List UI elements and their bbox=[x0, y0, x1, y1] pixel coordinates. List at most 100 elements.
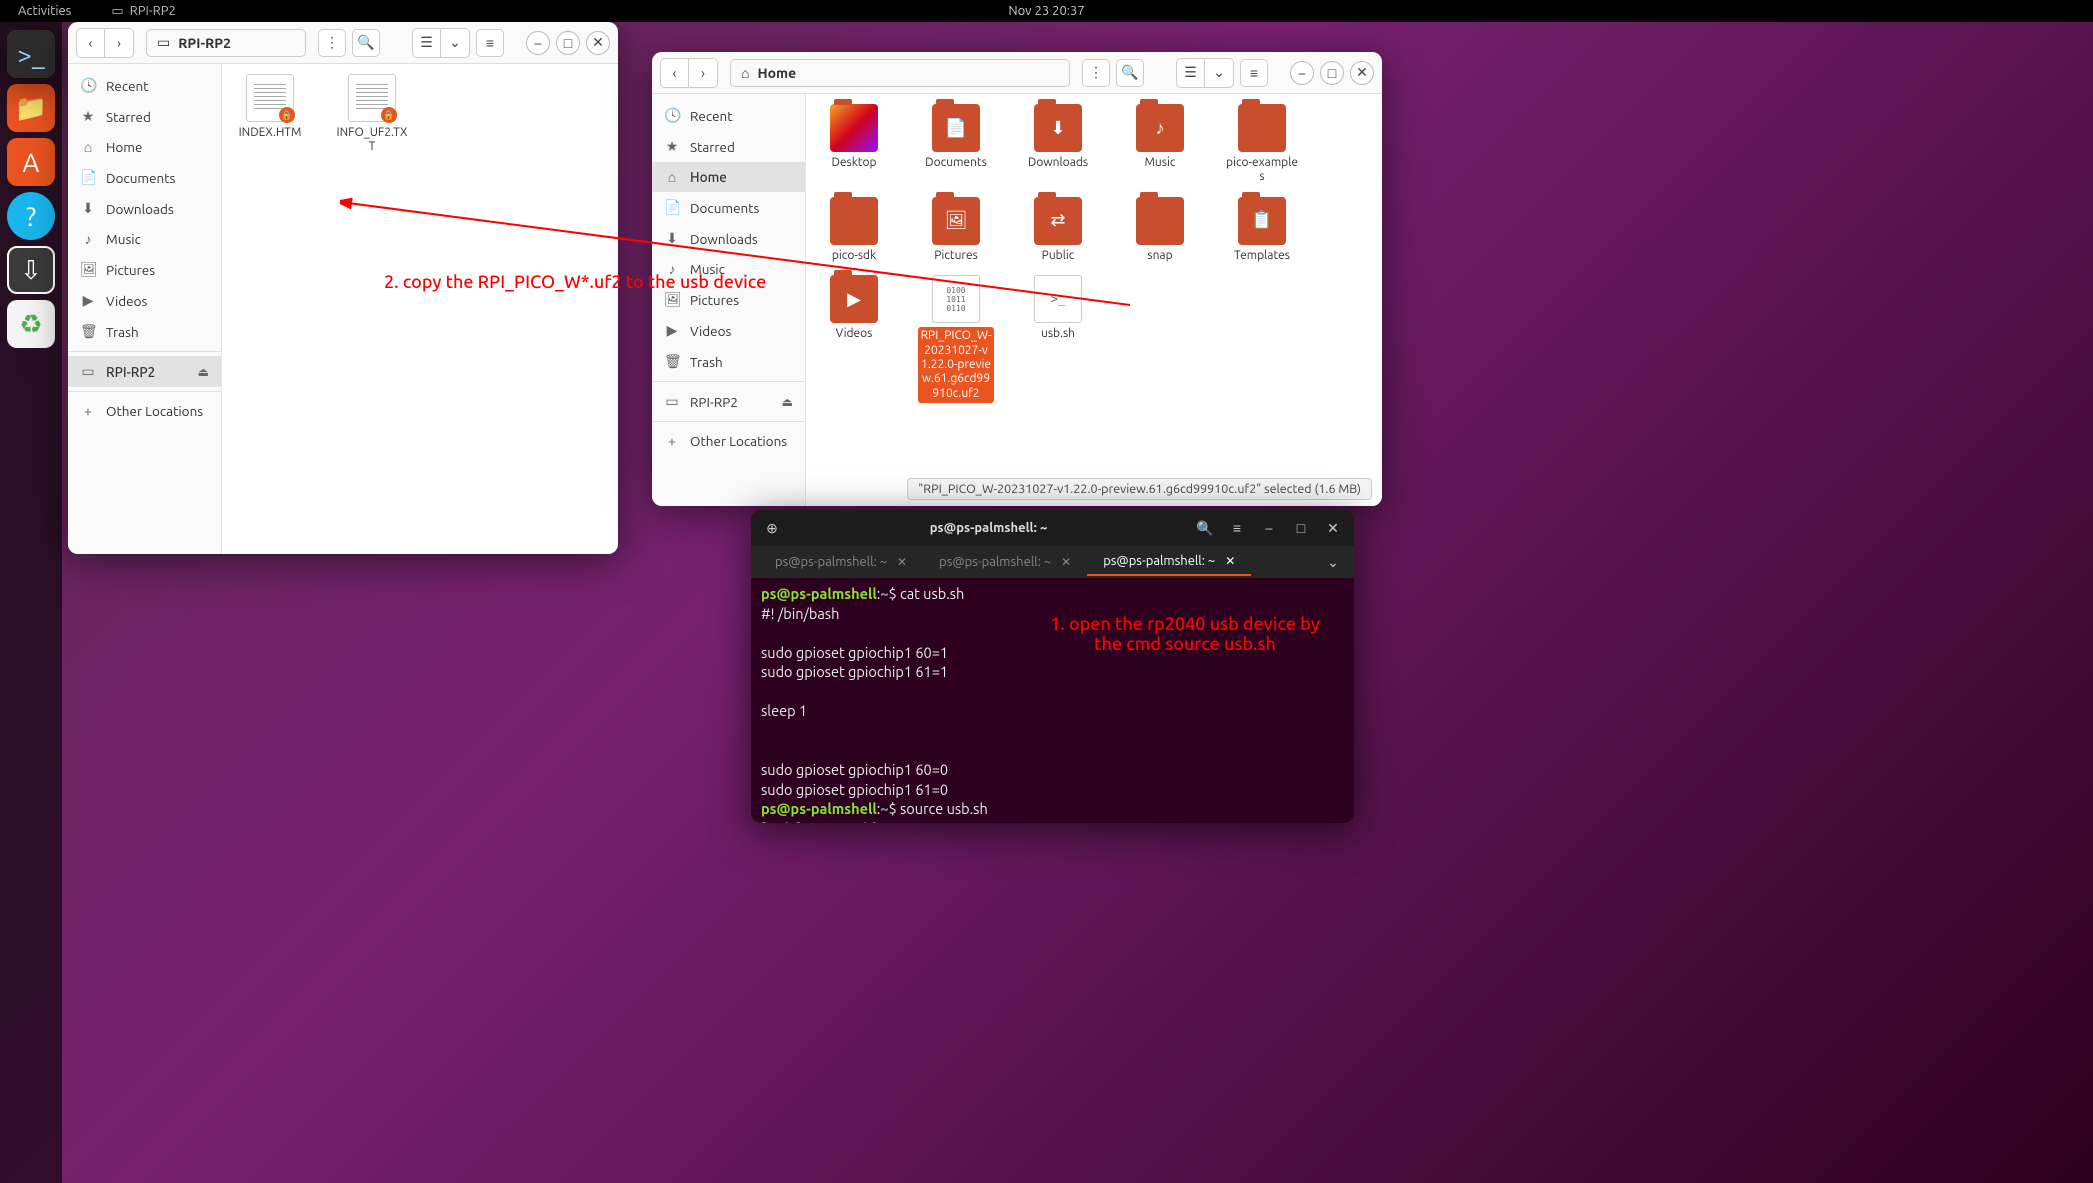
folder-icon bbox=[1136, 197, 1184, 245]
list-view-button[interactable]: ☰ bbox=[1177, 59, 1205, 87]
sidebar-item-pictures[interactable]: 🖼Pictures bbox=[68, 254, 221, 285]
drive-icon: ▭ bbox=[80, 363, 96, 380]
terminal-tab[interactable]: ps@ps-palmshell: ~✕ bbox=[759, 549, 923, 575]
file-label: Music bbox=[1145, 156, 1176, 170]
sidebar-item-starred[interactable]: ★Starred bbox=[652, 131, 805, 162]
plus-icon: + bbox=[664, 433, 680, 449]
file-item[interactable]: 📋Templates bbox=[1224, 197, 1300, 263]
pathbar[interactable]: ▭ RPI-RP2 bbox=[146, 29, 306, 57]
file-item[interactable]: Desktop bbox=[816, 104, 892, 185]
file-item[interactable]: 🔒INFO_UF2.TXT bbox=[334, 74, 410, 155]
file-item[interactable]: ♪Music bbox=[1122, 104, 1198, 185]
nav-back-button[interactable]: ‹ bbox=[77, 29, 105, 57]
file-item[interactable]: pico-examples bbox=[1224, 104, 1300, 185]
dock-terminal[interactable]: >_ bbox=[7, 30, 55, 78]
pathbar[interactable]: ⌂ Home bbox=[730, 59, 1070, 87]
path-label: Home bbox=[757, 65, 796, 81]
list-view-button[interactable]: ☰ bbox=[413, 29, 441, 57]
nav-back-button[interactable]: ‹ bbox=[661, 59, 689, 87]
close-button[interactable]: ✕ bbox=[586, 31, 610, 55]
dock-files[interactable]: 📁 bbox=[7, 84, 55, 132]
dock-help[interactable]: ? bbox=[7, 192, 55, 240]
sidebar-item-downloads[interactable]: ⬇Downloads bbox=[68, 193, 221, 224]
view-dropdown-button[interactable]: ⌄ bbox=[441, 29, 469, 57]
sidebar-item-recent[interactable]: 🕓Recent bbox=[652, 100, 805, 131]
search-button[interactable]: 🔍 bbox=[1116, 59, 1144, 87]
close-button[interactable]: ✕ bbox=[1350, 61, 1374, 85]
sidebar-item-music[interactable]: ♪Music bbox=[652, 254, 805, 284]
sidebar-item-device[interactable]: ▭RPI-RP2⏏ bbox=[652, 386, 805, 417]
file-content-area[interactable]: "RPI_PICO_W-20231027-v1.22.0-preview.61.… bbox=[806, 94, 1382, 506]
hamburger-button[interactable]: ≡ bbox=[1240, 59, 1268, 87]
close-button[interactable]: ✕ bbox=[1320, 515, 1346, 541]
terminal-content[interactable]: ps@ps-palmshell:~$ cat usb.sh #! /bin/ba… bbox=[751, 578, 1354, 823]
sidebar-item-device[interactable]: ▭RPI-RP2⏏ bbox=[68, 356, 221, 387]
sidebar-item-videos[interactable]: ▶Videos bbox=[652, 315, 805, 346]
terminal-menu-button[interactable]: ≡ bbox=[1224, 515, 1250, 541]
view-group: ☰ ⌄ bbox=[1176, 58, 1234, 88]
file-item[interactable]: >_usb.sh bbox=[1020, 275, 1096, 403]
dock-trash[interactable]: ♻ bbox=[7, 300, 55, 348]
sidebar-item-pictures[interactable]: 🖼Pictures bbox=[652, 284, 805, 315]
sidebar-item-downloads[interactable]: ⬇Downloads bbox=[652, 223, 805, 254]
tab-dropdown-button[interactable]: ⌄ bbox=[1320, 549, 1346, 575]
sidebar-item-home[interactable]: ⌂Home bbox=[68, 132, 221, 162]
file-item[interactable]: 🖼Pictures bbox=[918, 197, 994, 263]
terminal-tab[interactable]: ps@ps-palmshell: ~✕ bbox=[923, 549, 1087, 575]
file-item[interactable]: 📄Documents bbox=[918, 104, 994, 185]
sidebar-item-other-locations[interactable]: +Other Locations bbox=[652, 426, 805, 456]
sidebar-item-starred[interactable]: ★Starred bbox=[68, 101, 221, 132]
search-button[interactable]: 🔍 bbox=[352, 29, 380, 57]
menu-button[interactable]: ⋮ bbox=[318, 29, 346, 57]
file-item[interactable]: 🔒INDEX.HTM bbox=[232, 74, 308, 155]
file-item[interactable]: pico-sdk bbox=[816, 197, 892, 263]
file-item[interactable]: ⇄Public bbox=[1020, 197, 1096, 263]
eject-icon[interactable]: ⏏ bbox=[198, 365, 209, 379]
sidebar-item-home[interactable]: ⌂Home bbox=[652, 162, 805, 192]
file-item[interactable]: snap bbox=[1122, 197, 1198, 263]
menu-button[interactable]: ⋮ bbox=[1082, 59, 1110, 87]
file-label: snap bbox=[1147, 249, 1172, 263]
activities-button[interactable]: Activities bbox=[8, 4, 81, 18]
maximize-button[interactable]: □ bbox=[556, 31, 580, 55]
sidebar-item-music[interactable]: ♪Music bbox=[68, 224, 221, 254]
hamburger-button[interactable]: ≡ bbox=[476, 29, 504, 57]
tab-close-icon[interactable]: ✕ bbox=[1225, 554, 1235, 568]
sidebar-item-recent[interactable]: 🕓Recent bbox=[68, 70, 221, 101]
view-group: ☰ ⌄ bbox=[412, 28, 470, 58]
sidebar-item-documents[interactable]: 📄Documents bbox=[652, 192, 805, 223]
file-item[interactable]: ▶Videos bbox=[816, 275, 892, 403]
sidebar-item-trash[interactable]: 🗑Trash bbox=[68, 316, 221, 347]
folder-icon: ⇄ bbox=[1034, 197, 1082, 245]
tab-close-icon[interactable]: ✕ bbox=[897, 555, 907, 569]
file-item[interactable]: ⬇Downloads bbox=[1020, 104, 1096, 185]
file-label: Pictures bbox=[934, 249, 978, 263]
view-dropdown-button[interactable]: ⌄ bbox=[1205, 59, 1233, 87]
sidebar-item-videos[interactable]: ▶Videos bbox=[68, 285, 221, 316]
sidebar-item-other-locations[interactable]: +Other Locations bbox=[68, 396, 221, 426]
taskbar-app[interactable]: ▭ RPI-RP2 bbox=[111, 4, 176, 19]
maximize-button[interactable]: □ bbox=[1320, 61, 1344, 85]
terminal-search-button[interactable]: 🔍 bbox=[1192, 515, 1218, 541]
folder-icon: 📄 bbox=[932, 104, 980, 152]
sidebar-item-documents[interactable]: 📄Documents bbox=[68, 162, 221, 193]
new-tab-button[interactable]: ⊕ bbox=[759, 515, 785, 541]
sidebar-item-label: Starred bbox=[106, 109, 151, 125]
file-item[interactable]: 010010110110RPI_PICO_W-20231027-v1.22.0-… bbox=[918, 275, 994, 403]
dock-usb-drive[interactable]: ⇩ bbox=[7, 246, 55, 294]
file-content-area[interactable]: 🔒INDEX.HTM 🔒INFO_UF2.TXT bbox=[222, 64, 618, 554]
tab-close-icon[interactable]: ✕ bbox=[1061, 555, 1071, 569]
minimize-button[interactable]: – bbox=[526, 31, 550, 55]
minimize-button[interactable]: – bbox=[1290, 61, 1314, 85]
dock-software[interactable]: A bbox=[7, 138, 55, 186]
sidebar-item-trash[interactable]: 🗑Trash bbox=[652, 346, 805, 377]
minimize-button[interactable]: – bbox=[1256, 515, 1282, 541]
nav-forward-button[interactable]: › bbox=[105, 29, 133, 57]
picture-icon: 🖼 bbox=[664, 291, 680, 308]
download-icon: ⬇ bbox=[664, 230, 680, 247]
eject-icon[interactable]: ⏏ bbox=[782, 395, 793, 409]
maximize-button[interactable]: □ bbox=[1288, 515, 1314, 541]
nav-forward-button[interactable]: › bbox=[689, 59, 717, 87]
terminal-tab[interactable]: ps@ps-palmshell: ~✕ bbox=[1087, 548, 1251, 576]
clock[interactable]: Nov 23 20:37 bbox=[1008, 4, 1084, 18]
